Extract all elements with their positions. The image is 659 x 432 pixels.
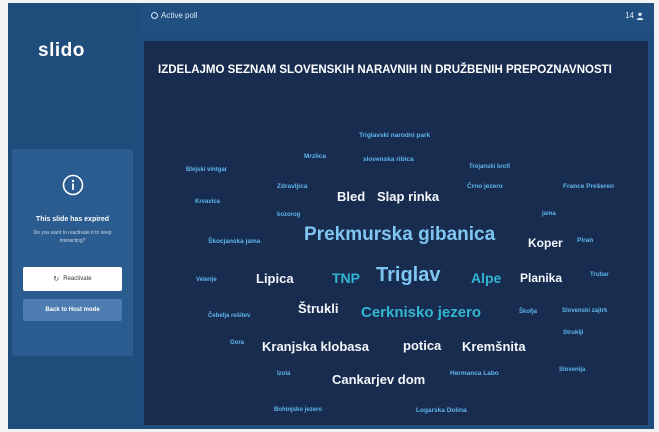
poll-question: IZDELAJMO SEZNAM SLOVENSKIH NARAVNIH IN … — [158, 64, 612, 76]
word-cloud-item: jama — [542, 211, 556, 217]
word-cloud-item: Slovenija — [559, 367, 586, 373]
word-cloud-item: Struklji — [563, 330, 584, 336]
participant-count: 14 — [625, 11, 634, 20]
slido-app: slido This slide has expired Do you want… — [8, 3, 654, 429]
word-cloud-item: Kranjska klobasa — [262, 339, 369, 354]
word-cloud-item: Cerknisko jezero — [361, 304, 482, 321]
expired-subtitle: Do you want to reactivate it to keep int… — [33, 230, 112, 244]
participant-counter: 14 — [625, 11, 644, 20]
word-cloud-item: Triglav — [376, 264, 441, 286]
reactivate-button[interactable]: ↻ Reactivate — [23, 267, 122, 291]
word-cloud-item: Zdravljica — [277, 183, 308, 190]
word-cloud-item: TNP — [332, 270, 360, 286]
active-poll-indicator: Active poll — [151, 11, 197, 20]
word-cloud-item: Piran — [577, 237, 594, 244]
word-cloud-item: Krvavica — [195, 199, 221, 205]
word-cloud-item: Velenje — [196, 277, 217, 283]
top-bar: Active poll 14 — [141, 3, 654, 31]
active-poll-label: Active poll — [161, 11, 198, 20]
word-cloud-item: Alpe — [471, 270, 502, 286]
word-cloud-item: potica — [403, 338, 442, 353]
word-cloud-item: Logarska Dolina — [416, 407, 467, 414]
word-cloud-item: kozorog — [277, 212, 301, 218]
word-cloud-item: slovenska ribica — [363, 156, 414, 163]
word-cloud-item: Trojanski krofi — [469, 164, 511, 170]
expired-title: This slide has expired — [35, 216, 110, 223]
word-cloud-item: Hermanca Labo — [450, 370, 499, 377]
word-cloud-item: Slovenski zajtrk — [562, 308, 608, 314]
info-icon — [62, 174, 84, 196]
word-cloud-item: Slap rinka — [377, 189, 440, 204]
refresh-icon: ↻ — [53, 276, 60, 283]
word-cloud-item: Škocjanska jama — [208, 238, 261, 245]
back-to-host-mode-button[interactable]: Back to Host mode — [23, 299, 122, 321]
word-cloud-item: Prekmurska gibanica — [304, 224, 496, 245]
word-cloud-item: Čebelja rešitev — [208, 313, 251, 319]
word-cloud-item: Planika — [520, 271, 563, 285]
word-cloud-item: Mrzlica — [304, 153, 327, 160]
word-cloud-item: France Prešeren — [563, 183, 614, 190]
poll-slide: IZDELAJMO SEZNAM SLOVENSKIH NARAVNIH IN … — [144, 41, 648, 425]
poll-status-icon — [151, 12, 158, 19]
word-cloud-item: Bohinjsko jezero — [274, 407, 323, 413]
word-cloud-item: Gora — [230, 340, 245, 346]
word-cloud-item: Koper — [528, 236, 563, 250]
word-cloud-item: Triglavski narodni park — [359, 132, 431, 139]
word-cloud-item: Cankarjev dom — [332, 372, 426, 387]
word-cloud-item: Lipica — [256, 271, 294, 286]
word-cloud-item: Štrukli — [298, 301, 339, 316]
word-cloud-item: Črno jezero — [467, 183, 503, 190]
slido-logo: slido — [38, 40, 85, 61]
word-cloud-item: Izola — [277, 371, 291, 377]
expired-panel: This slide has expired Do you want to re… — [12, 149, 133, 356]
word-cloud-item: Bled — [337, 189, 366, 204]
word-cloud-item: Trubar — [590, 272, 609, 278]
word-cloud-item: Kremšnita — [462, 339, 526, 354]
word-cloud-item: Škofja — [519, 309, 538, 315]
left-panel: slido This slide has expired Do you want… — [8, 3, 141, 429]
person-icon — [636, 12, 644, 20]
word-cloud-item: Blejski vintgar — [186, 167, 228, 173]
reactivate-label: Reactivate — [63, 276, 92, 282]
